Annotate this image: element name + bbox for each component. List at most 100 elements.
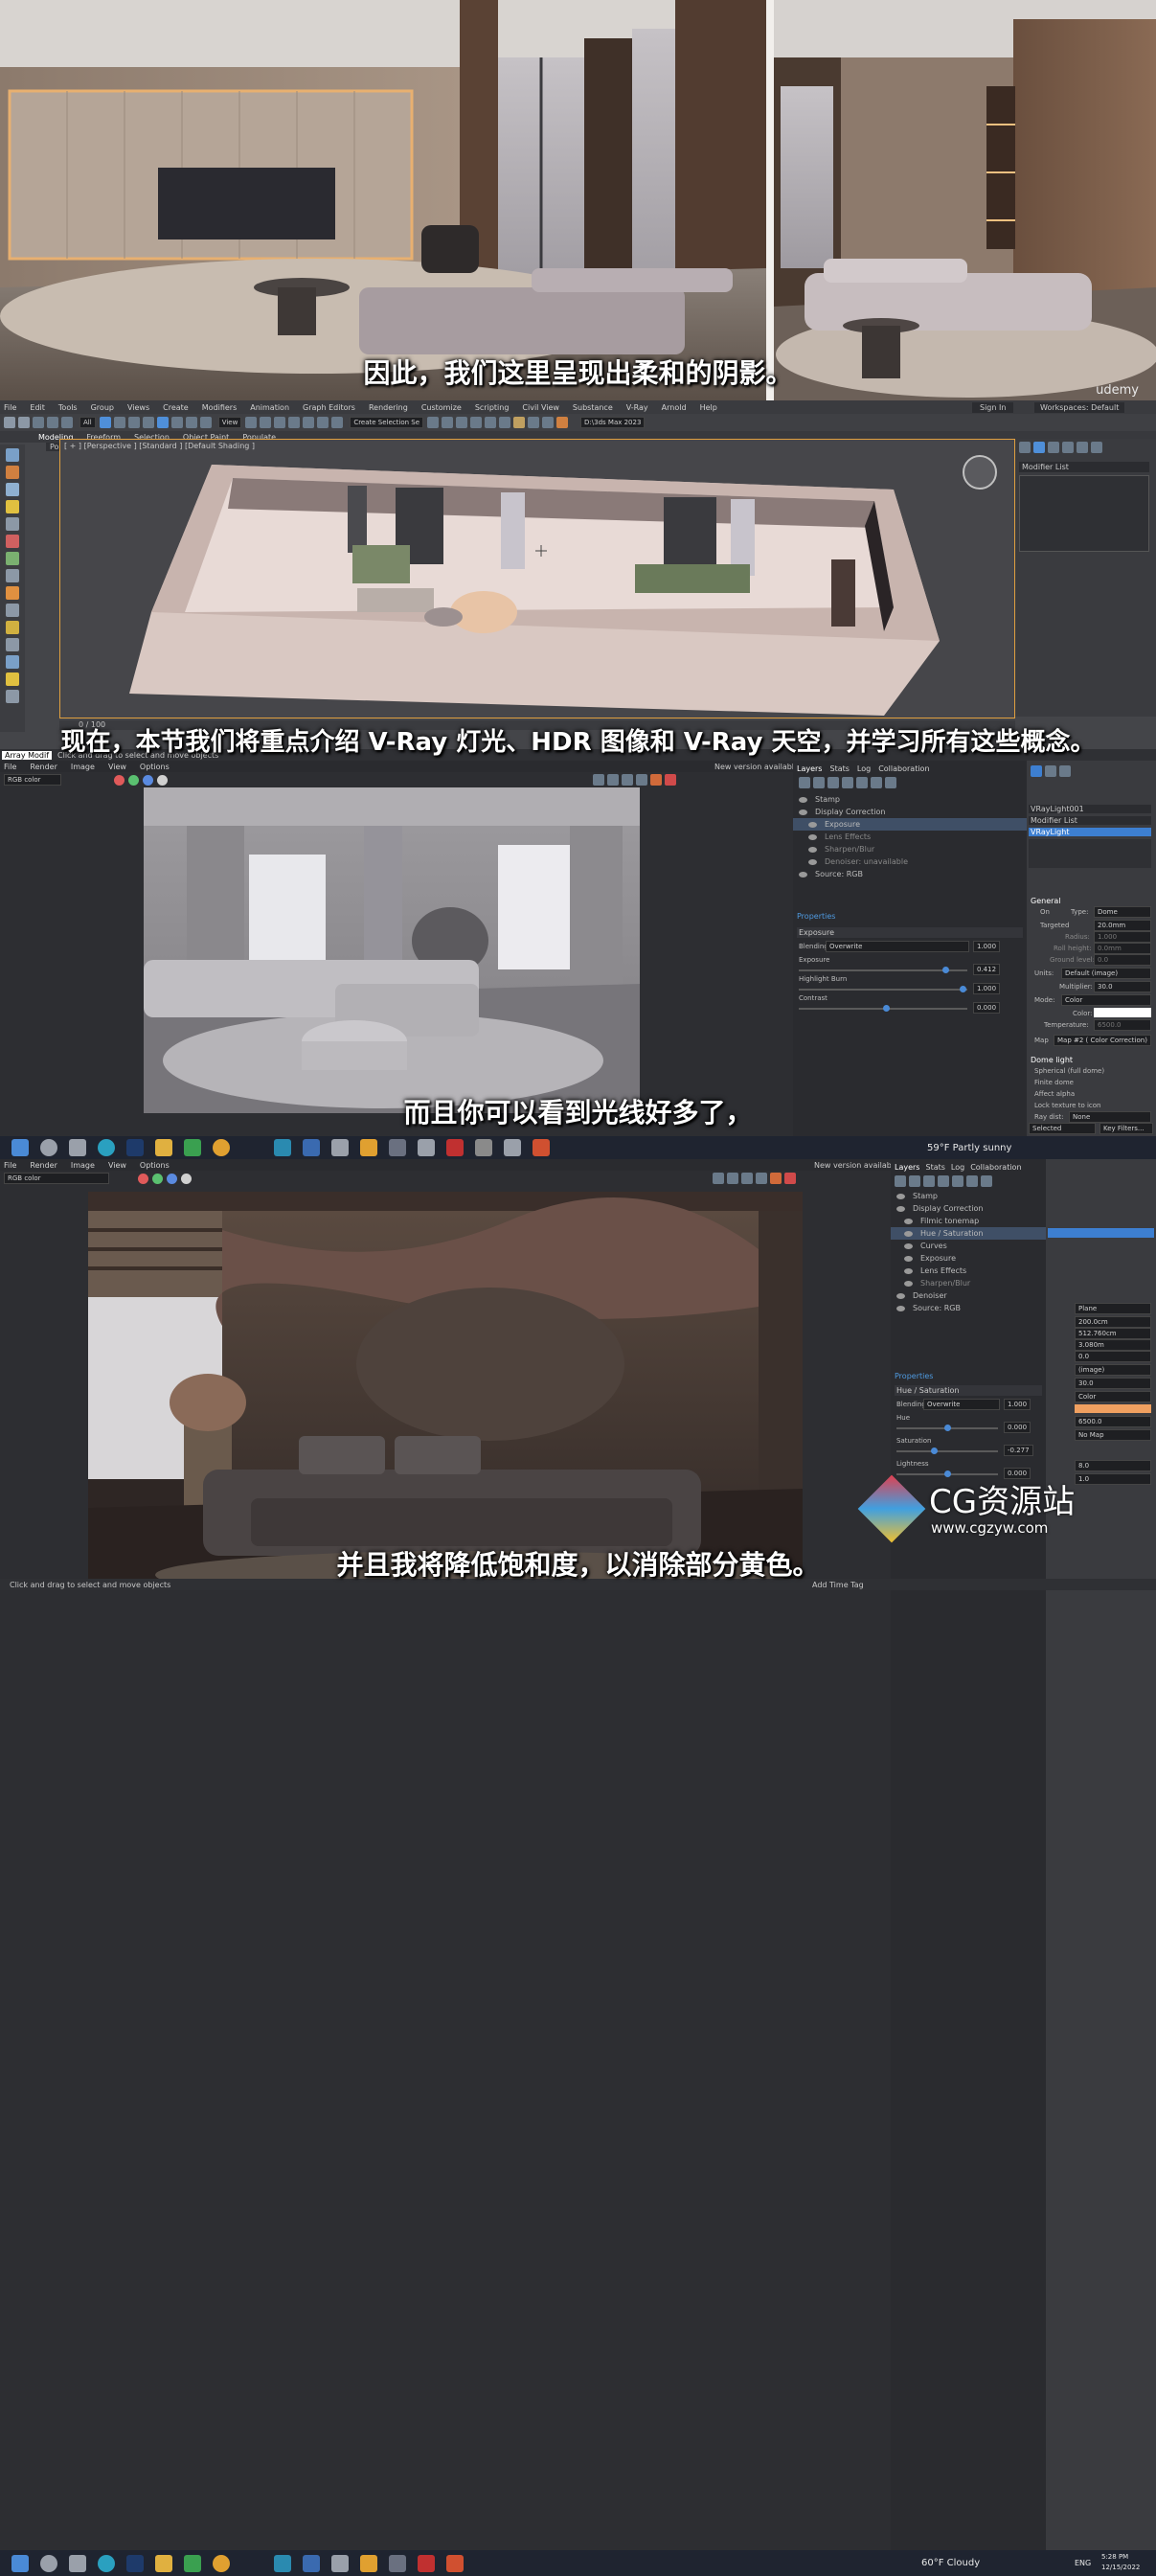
cmdpanel-mode-dropdown[interactable]: Color	[1061, 994, 1151, 1006]
cmdpanel-multiplier-value[interactable]: 30.0	[1094, 981, 1151, 992]
create-cylinder-icon[interactable]	[6, 483, 19, 496]
keyboard-shortcut-icon[interactable]	[260, 417, 272, 428]
3dsmax-icon[interactable]	[274, 1139, 291, 1156]
edge-icon[interactable]	[98, 1139, 115, 1156]
create-tab-icon[interactable]	[1019, 442, 1031, 453]
snap-icon[interactable]	[274, 417, 286, 428]
vfb1-contrast-value[interactable]: 0.000	[973, 1002, 1001, 1014]
vfb2-load-icon[interactable]	[727, 1173, 738, 1184]
vfb1-undo-icon[interactable]	[871, 777, 882, 788]
vfb1-red-channel-icon[interactable]	[114, 774, 125, 786]
taskbar-2-time[interactable]: 5:28 PM	[1101, 2553, 1128, 2561]
vfb2-layer-options-icon[interactable]	[909, 1175, 920, 1187]
vfb1-menu-image[interactable]: Image	[71, 763, 95, 771]
vfb2-menu-file[interactable]: File	[4, 1161, 16, 1170]
motion-tab-icon[interactable]	[1062, 442, 1074, 453]
cmdpanel2-type[interactable]: Plane	[1075, 1303, 1151, 1314]
create-helper-icon[interactable]	[6, 535, 19, 548]
max-menu-rendering[interactable]: Rendering	[369, 403, 408, 412]
vfb1-exposure-value[interactable]: 0.412	[973, 964, 1001, 975]
vfb1-tab-collaboration[interactable]: Collaboration	[878, 764, 929, 773]
vfb2-delete-layer-icon[interactable]	[923, 1175, 935, 1187]
file-explorer-icon[interactable]	[155, 2554, 172, 2572]
app-icon[interactable]	[303, 1139, 320, 1156]
select-by-name-icon[interactable]	[113, 417, 125, 428]
taskbar-2-date[interactable]: 12/15/2022	[1101, 2564, 1140, 2571]
vfb2-sat-value[interactable]: -0.277	[1004, 1445, 1033, 1456]
3dsmax-icon[interactable]	[274, 2554, 291, 2572]
vfb2-red-channel-icon[interactable]	[138, 1173, 148, 1184]
cmdpanel2-mult[interactable]: 30.0	[1075, 1378, 1151, 1389]
create-geosphere-icon[interactable]	[6, 690, 19, 703]
vfb1-tab-stats[interactable]: Stats	[829, 764, 849, 773]
photoshop-icon[interactable]	[126, 1139, 144, 1156]
cmdpanel-on-checkbox[interactable]: On	[1040, 908, 1050, 916]
cmdpanel-stack-item[interactable]: VRayLight	[1029, 828, 1151, 836]
cmdpanel2-v2[interactable]: 512.760cm	[1075, 1328, 1151, 1339]
vfb2-sat-slider[interactable]	[896, 1448, 998, 1454]
vfb1-clear-icon[interactable]	[622, 774, 633, 786]
hierarchy-tab-icon[interactable]	[1048, 442, 1059, 453]
taskbar-1-weather[interactable]: 59°F Partly sunny	[927, 1143, 1011, 1153]
vfb1-blending-dropdown[interactable]: Overwrite	[826, 941, 969, 952]
cmdpanel-color-swatch[interactable]	[1094, 1008, 1151, 1017]
schematic-view-icon[interactable]	[499, 417, 511, 428]
cmdpanel-dome-light-header[interactable]: Dome light	[1031, 1056, 1073, 1064]
task-view-icon[interactable]	[69, 2554, 86, 2572]
edge-icon[interactable]	[98, 2554, 115, 2572]
cmdpanel-hierarchy-icon[interactable]	[1059, 765, 1071, 777]
camtasia-icon[interactable]	[184, 1139, 201, 1156]
cmdpanel2-units[interactable]: (image)	[1075, 1364, 1151, 1376]
filezilla-icon[interactable]	[418, 2554, 435, 2572]
vfb1-menu-options[interactable]: Options	[140, 763, 170, 771]
vfb1-layer-options-icon[interactable]	[813, 777, 825, 788]
workspaces-dropdown[interactable]: Workspaces: Default	[1034, 401, 1125, 413]
vfb2-tab-collaboration[interactable]: Collaboration	[970, 1163, 1021, 1172]
cmdpanel2-color[interactable]: Color	[1075, 1391, 1151, 1402]
layer-item[interactable]: Source: RGB	[891, 1302, 1046, 1314]
cmdpanel-map-checkbox[interactable]: Map	[1034, 1037, 1049, 1044]
create-torus-icon[interactable]	[6, 638, 19, 651]
cmdpanel-length-value[interactable]: 20.0mm	[1094, 920, 1151, 931]
app-icon-3[interactable]	[360, 1139, 377, 1156]
undo-icon[interactable]	[4, 417, 15, 428]
cmdpanel-map-button[interactable]: Map #2 ( Color Correction)	[1054, 1035, 1151, 1046]
layer-item-selected[interactable]: Exposure	[793, 818, 1027, 831]
vfb2-tab-log[interactable]: Log	[951, 1163, 964, 1172]
app-icon-8[interactable]	[533, 1139, 550, 1156]
cmdpanel2-temp[interactable]: 6500.0	[1075, 1416, 1151, 1427]
curve-editor-icon[interactable]	[485, 417, 497, 428]
layer-item[interactable]: Source: RGB	[793, 868, 1027, 880]
app-icon-5[interactable]	[446, 2554, 464, 2572]
scale-icon[interactable]	[185, 417, 197, 428]
cmdpanel-modify-icon[interactable]	[1045, 765, 1056, 777]
vfb1-highlight-value[interactable]: 1.000	[973, 983, 1001, 994]
vfb1-channel-dropdown[interactable]: RGB color	[4, 774, 61, 786]
vfb2-new-version[interactable]: New version available!	[814, 1161, 901, 1170]
vfb2-menu-options[interactable]: Options	[140, 1161, 170, 1170]
max-menu-civil-view[interactable]: Civil View	[522, 403, 559, 412]
create-light-icon[interactable]	[6, 500, 19, 513]
layer-item[interactable]: Stamp	[891, 1190, 1046, 1202]
vfb2-channel-dropdown[interactable]: RGB color	[4, 1173, 109, 1184]
cmdpanel-roll-value[interactable]: 0.0mm	[1094, 943, 1151, 954]
vfb1-save-layers-icon[interactable]	[842, 777, 853, 788]
vfb2-load-layers-icon[interactable]	[952, 1175, 963, 1187]
unlink-icon[interactable]	[47, 417, 58, 428]
layer-item[interactable]: Denoiser: unavailable	[793, 855, 1027, 868]
max-menu-scripting[interactable]: Scripting	[475, 403, 510, 412]
modifier-list-dropdown[interactable]: Modifier List	[1019, 462, 1149, 472]
vfb1-menu-file[interactable]: File	[4, 763, 16, 771]
vfb2-alpha-channel-icon[interactable]	[181, 1173, 192, 1184]
max-menu-tools[interactable]: Tools	[58, 403, 78, 412]
pivot-icon[interactable]	[245, 417, 258, 428]
layer-explorer-icon[interactable]	[470, 417, 483, 428]
max-menu-help[interactable]: Help	[700, 403, 717, 412]
vfb2-hue-slider[interactable]	[896, 1425, 998, 1431]
modifier-stack[interactable]	[1019, 475, 1149, 552]
window-crossing-icon[interactable]	[142, 417, 154, 428]
render-icon[interactable]	[556, 417, 569, 428]
vfb2-green-channel-icon[interactable]	[152, 1173, 163, 1184]
vfb1-menu-view[interactable]: View	[108, 763, 126, 771]
vfb1-tab-log[interactable]: Log	[857, 764, 871, 773]
